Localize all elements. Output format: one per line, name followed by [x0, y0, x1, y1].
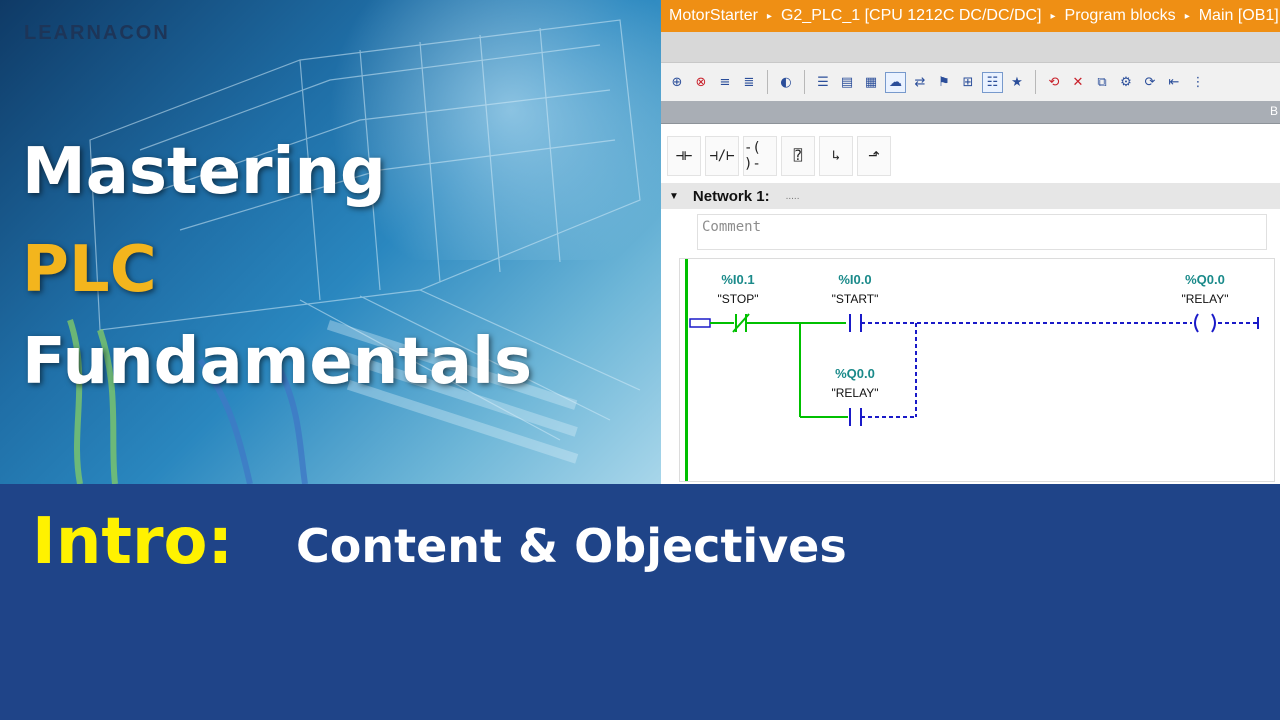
breadcrumb-item-plc[interactable]: G2_PLC_1 [CPU 1212C DC/DC/DC]	[781, 7, 1042, 25]
close-branch-icon[interactable]: ⬏	[857, 136, 891, 176]
relay-latch-tag: "RELAY"	[832, 386, 879, 400]
title-line-3: Fundamentals	[22, 325, 533, 399]
relay-latch-address: %Q0.0	[835, 366, 875, 381]
editor-header-band	[661, 32, 1280, 63]
relay-coil-tag: "RELAY"	[1182, 292, 1229, 306]
tia-portal-editor: MotorStarter ▸ G2_PLC_1 [CPU 1212C DC/DC…	[661, 0, 1280, 484]
insert-row-icon[interactable]: ≡	[715, 72, 735, 92]
banner-subtitle: Content & Objectives	[296, 519, 847, 573]
collapse-triangle-icon[interactable]: ▼	[669, 191, 679, 202]
ladder-diagram: %I0.1 "STOP" %I0.0 "START" %Q0.0 "RELAY"…	[685, 259, 1259, 481]
rung-start-marker	[689, 318, 711, 328]
toolbar-divider	[1035, 70, 1036, 94]
breadcrumb-item-program-blocks[interactable]: Program blocks	[1065, 7, 1176, 25]
open-all-networks-icon[interactable]: ☰	[813, 72, 833, 92]
breadcrumb: MotorStarter ▸ G2_PLC_1 [CPU 1212C DC/DC…	[661, 0, 1280, 32]
refresh-icon[interactable]: ⟳	[1140, 72, 1160, 92]
network-comment-field[interactable]: Comment	[697, 214, 1267, 250]
breadcrumb-item-project[interactable]: MotorStarter	[669, 7, 758, 25]
start-no-contact[interactable]	[849, 314, 862, 332]
hero-image-panel: LEARNACON Mastering PLC Fundamentals	[0, 0, 661, 484]
network-title: Network 1:	[692, 187, 770, 205]
stop-address: %I0.1	[721, 272, 754, 287]
favorites-bar-icon[interactable]: ★	[1007, 72, 1027, 92]
clear-errors-icon[interactable]: ✕	[1068, 72, 1088, 92]
toolbar-divider	[767, 70, 768, 94]
breadcrumb-item-main-ob1[interactable]: Main [OB1]	[1199, 7, 1279, 25]
start-tag: "START"	[832, 292, 879, 306]
ladder-instructions-toolbar: ⊣⊢ ⊣/⊢ -( )- ⍰ ↳ ⬏	[667, 136, 891, 176]
network-comments-icon[interactable]: ☁	[885, 71, 906, 93]
start-address: %I0.0	[838, 272, 871, 287]
network-header[interactable]: ▼ Network 1: .....	[661, 183, 1280, 209]
side-tab-label[interactable]: B	[1270, 104, 1278, 118]
empty-box-icon[interactable]: ⍰	[781, 136, 815, 176]
delete-network-icon[interactable]: ⊗	[691, 72, 711, 92]
brand-logo: LEARNACON	[24, 22, 170, 44]
block-editor-toolbar: ⊕ ⊗ ≡ ≣ ◐ ☰ ▤ ▦ ☁ ⇄ ⚑ ⊞ ☷ ★ ⟲ ✕ ⧉ ⚙ ⟳ ⇤ …	[661, 63, 1280, 101]
breadcrumb-separator-icon: ▸	[766, 10, 772, 22]
compare-icon[interactable]: ⧉	[1092, 72, 1112, 92]
relay-latch-contact[interactable]	[849, 408, 862, 426]
relay-coil[interactable]	[1194, 313, 1216, 333]
tag-information-icon[interactable]: ⊞	[958, 72, 978, 92]
title-line-1: Mastering	[22, 135, 386, 209]
relay-coil-address: %Q0.0	[1185, 272, 1225, 287]
toolbar-divider	[804, 70, 805, 94]
no-contact-icon[interactable]: ⊣⊢	[667, 136, 701, 176]
editor-tab-band: B	[661, 101, 1280, 124]
close-all-networks-icon[interactable]: ▤	[837, 72, 857, 92]
network-overview-icon[interactable]: ▦	[861, 72, 881, 92]
stop-tag: "STOP"	[718, 292, 759, 306]
network-title-placeholder[interactable]: .....	[786, 191, 800, 202]
add-row-icon[interactable]: ≣	[739, 72, 759, 92]
breadcrumb-separator-icon: ▸	[1184, 10, 1190, 22]
breadcrumb-separator-icon: ▸	[1050, 10, 1056, 22]
absolute-operands-icon[interactable]: ⇄	[910, 72, 930, 92]
go-to-error-icon[interactable]: ⟲	[1044, 72, 1064, 92]
power-rail-left	[685, 259, 688, 481]
ladder-network-canvas[interactable]: %I0.1 "STOP" %I0.0 "START" %Q0.0 "RELAY"…	[679, 258, 1275, 482]
reset-start-values-icon[interactable]: ◐	[776, 72, 796, 92]
monitoring-icon[interactable]: ⚙	[1116, 72, 1136, 92]
import-icon[interactable]: ⇤	[1164, 72, 1184, 92]
open-branch-icon[interactable]: ↳	[819, 136, 853, 176]
insert-network-icon[interactable]: ⊕	[667, 72, 687, 92]
coil-icon[interactable]: -( )-	[743, 136, 777, 176]
favorites-icon[interactable]: ⚑	[934, 72, 954, 92]
title-line-2: PLC	[22, 233, 157, 307]
more-tools-icon[interactable]: ⋮	[1188, 72, 1208, 92]
intro-label: Intro:	[32, 505, 234, 579]
nc-contact-icon[interactable]: ⊣/⊢	[705, 136, 739, 176]
show-comments-icon[interactable]: ☷	[982, 71, 1003, 93]
